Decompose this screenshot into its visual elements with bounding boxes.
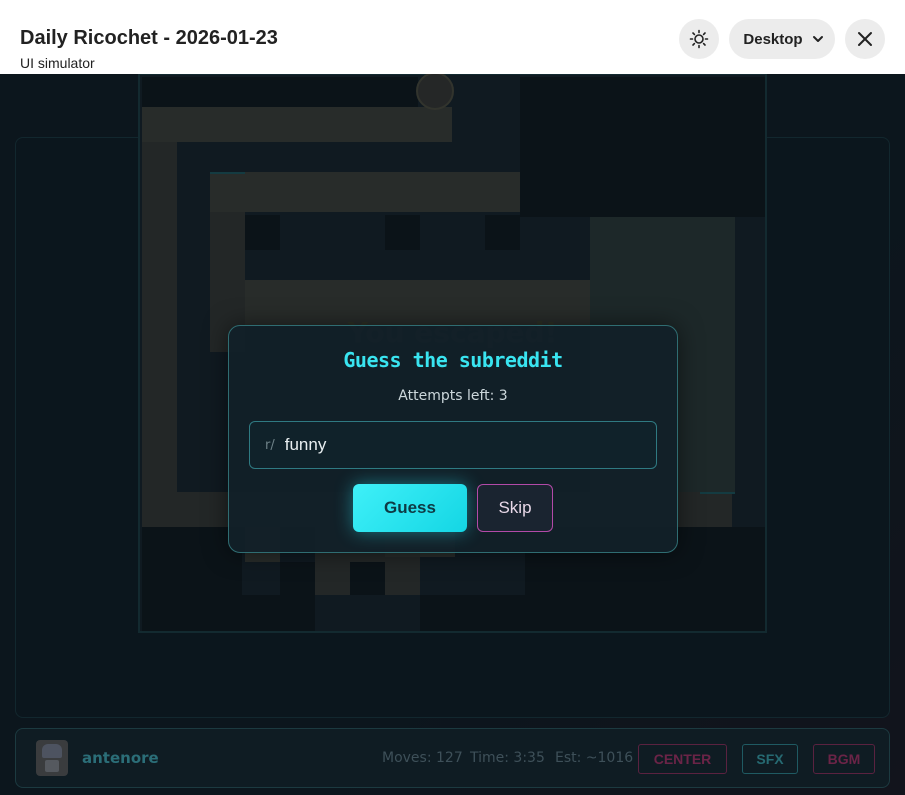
close-button[interactable] [845, 19, 885, 59]
simulator-header: Daily Ricochet - 2026-01-23 UI simulator… [0, 0, 905, 74]
estimate-score: Est: ~1016 [555, 750, 634, 766]
window-title: Daily Ricochet - 2026-01-23 [20, 27, 278, 49]
device-select[interactable]: Desktop [729, 19, 835, 59]
chevron-down-icon [812, 36, 823, 42]
window-subtitle: UI simulator [20, 55, 95, 71]
skip-button[interactable]: Skip [477, 484, 553, 532]
theme-toggle-button[interactable] [679, 19, 719, 59]
username: antenore [82, 749, 159, 767]
sun-icon [689, 29, 709, 49]
device-select-label: Desktop [743, 30, 803, 48]
time-elapsed: Time: 3:35 [470, 750, 545, 766]
guess-subreddit-dialog: Guess the subreddit Attempts left: 3 r/ … [228, 325, 678, 553]
avatar [36, 740, 68, 776]
dialog-title: Guess the subreddit [343, 348, 563, 372]
center-button[interactable]: CENTER [638, 744, 727, 774]
close-icon [858, 32, 872, 46]
guess-button[interactable]: Guess [353, 484, 467, 532]
subreddit-input[interactable] [284, 422, 656, 468]
subreddit-field: r/ [249, 421, 657, 469]
subreddit-prefix: r/ [265, 437, 275, 453]
moves-count: Moves: 127 [382, 750, 463, 766]
bgm-toggle-button[interactable]: BGM [813, 744, 875, 774]
attempts-left-text: Attempts left: 3 [398, 388, 508, 404]
status-bar: antenore Moves: 127 Time: 3:35 Est: ~101… [15, 728, 890, 788]
sfx-toggle-button[interactable]: SFX [742, 744, 798, 774]
